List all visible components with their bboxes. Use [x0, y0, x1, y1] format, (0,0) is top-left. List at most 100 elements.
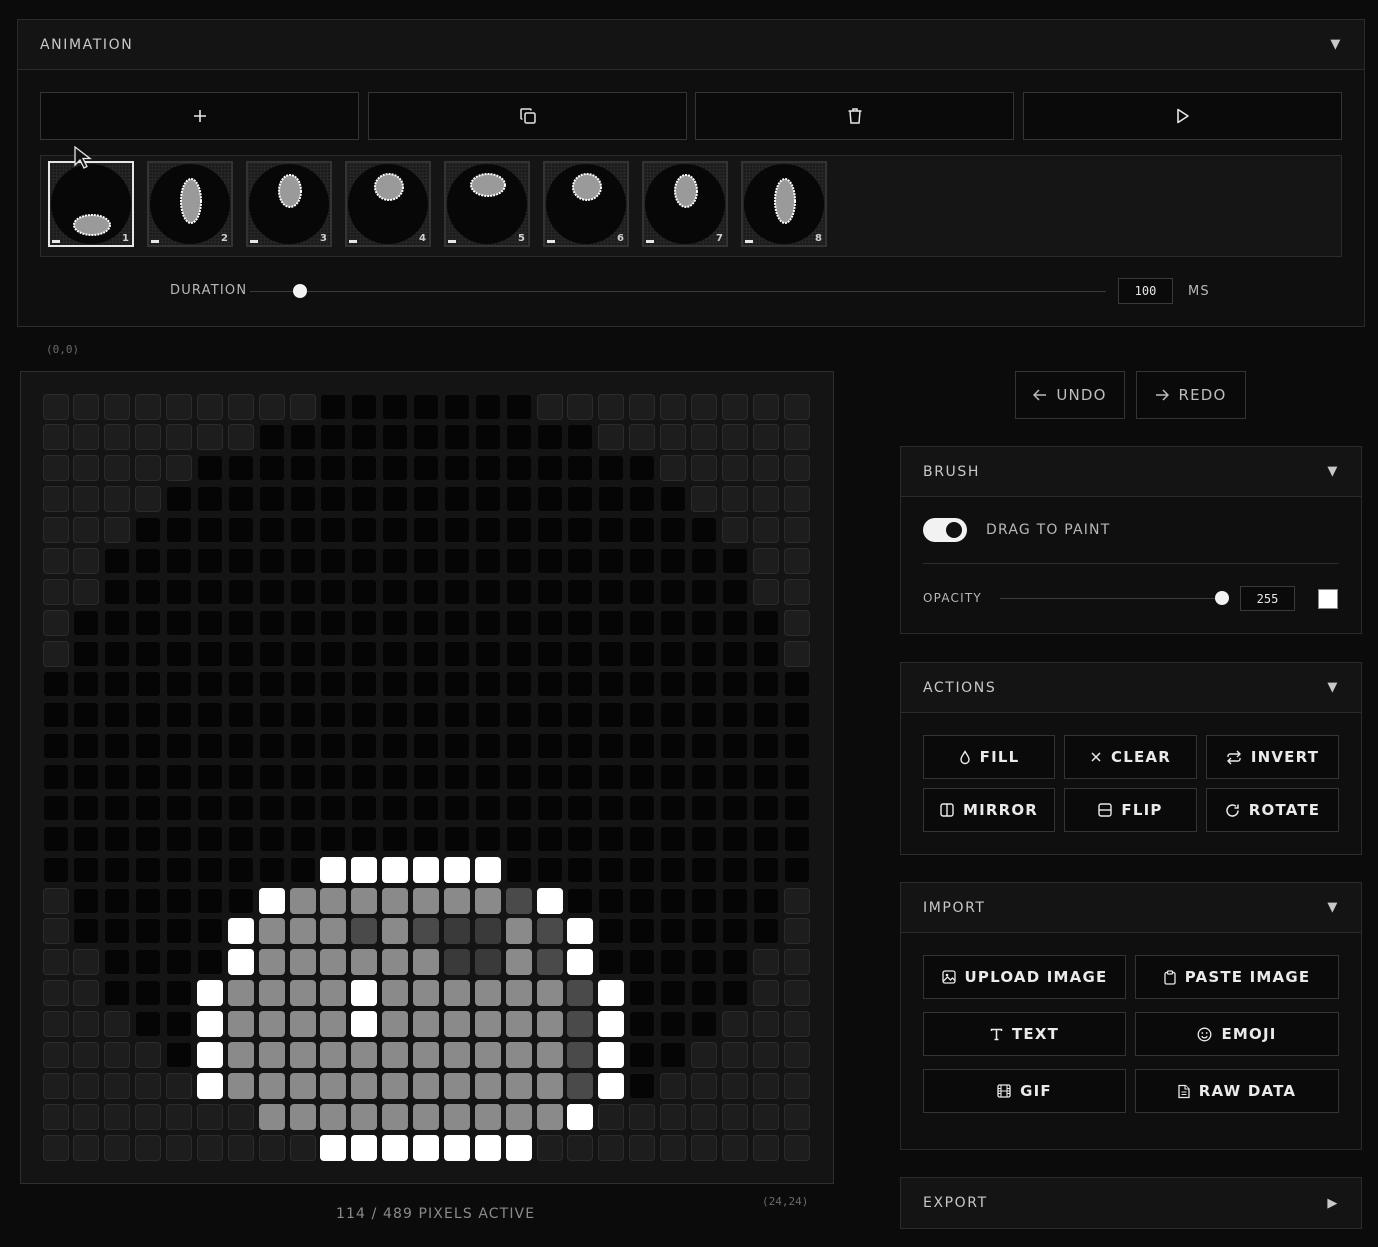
pixel-cell[interactable] — [73, 856, 100, 883]
pixel-cell[interactable] — [289, 609, 316, 636]
expand-caret-icon[interactable]: ▶ — [1327, 1196, 1339, 1211]
pixel-cell[interactable] — [443, 609, 470, 636]
pixel-cell[interactable] — [135, 980, 162, 1007]
frame-thumbnail[interactable]: 6 — [543, 161, 629, 247]
pixel-cell[interactable] — [721, 547, 748, 574]
pixel-cell[interactable] — [227, 486, 254, 513]
pixel-cell[interactable] — [567, 1103, 594, 1130]
pixel-cell[interactable] — [598, 980, 625, 1007]
pixel-cell[interactable] — [289, 1041, 316, 1068]
pixel-cell[interactable] — [783, 980, 810, 1007]
pixel-cell[interactable] — [320, 640, 347, 667]
pixel-cell[interactable] — [104, 702, 131, 729]
pixel-cell[interactable] — [536, 424, 563, 451]
pixel-cell[interactable] — [351, 764, 378, 791]
pixel-cell[interactable] — [166, 517, 193, 544]
pixel-cell[interactable] — [227, 671, 254, 698]
pixel-cell[interactable] — [135, 1103, 162, 1130]
pixel-cell[interactable] — [721, 609, 748, 636]
collapse-caret-icon[interactable]: ▼ — [1327, 464, 1339, 479]
pixel-cell[interactable] — [443, 794, 470, 821]
pixel-cell[interactable] — [598, 1134, 625, 1161]
pixel-cell[interactable] — [289, 1011, 316, 1038]
pixel-cell[interactable] — [598, 1011, 625, 1038]
pixel-cell[interactable] — [629, 733, 656, 760]
pixel-cell[interactable] — [104, 1103, 131, 1130]
pixel-cell[interactable] — [196, 393, 223, 420]
pixel-cell[interactable] — [42, 455, 69, 482]
pixel-cell[interactable] — [443, 1134, 470, 1161]
pixel-cell[interactable] — [227, 702, 254, 729]
pixel-cell[interactable] — [783, 1011, 810, 1038]
pixel-cell[interactable] — [196, 733, 223, 760]
pixel-cell[interactable] — [42, 640, 69, 667]
pixel-cell[interactable] — [73, 825, 100, 852]
brush-color-swatch[interactable] — [1318, 589, 1338, 609]
pixel-cell[interactable] — [505, 733, 532, 760]
pixel-cell[interactable] — [474, 825, 501, 852]
pixel-cell[interactable] — [443, 1041, 470, 1068]
duration-slider[interactable] — [250, 284, 1106, 298]
pixel-cell[interactable] — [783, 733, 810, 760]
pixel-cell[interactable] — [536, 547, 563, 574]
pixel-cell[interactable] — [536, 486, 563, 513]
pixel-cell[interactable] — [443, 918, 470, 945]
pixel-cell[interactable] — [443, 455, 470, 482]
pixel-cell[interactable] — [505, 1072, 532, 1099]
pixel-cell[interactable] — [783, 825, 810, 852]
pixel-cell[interactable] — [104, 980, 131, 1007]
pixel-cell[interactable] — [289, 578, 316, 605]
pixel-cell[interactable] — [721, 949, 748, 976]
pixel-cell[interactable] — [227, 918, 254, 945]
pixel-cell[interactable] — [690, 671, 717, 698]
pixel-cell[interactable] — [629, 1041, 656, 1068]
pixel-cell[interactable] — [104, 1134, 131, 1161]
pixel-cell[interactable] — [505, 949, 532, 976]
pixel-cell[interactable] — [721, 980, 748, 1007]
pixel-cell[interactable] — [166, 1011, 193, 1038]
pixel-cell[interactable] — [505, 918, 532, 945]
pixel-cell[interactable] — [660, 1072, 687, 1099]
pixel-cell[interactable] — [196, 1072, 223, 1099]
pixel-cell[interactable] — [721, 455, 748, 482]
pixel-cell[interactable] — [135, 1041, 162, 1068]
pixel-cell[interactable] — [629, 424, 656, 451]
animation-header[interactable]: ANIMATION ▼ — [18, 20, 1364, 70]
pixel-cell[interactable] — [104, 424, 131, 451]
pixel-cell[interactable] — [536, 640, 563, 667]
pixel-cell[interactable] — [474, 609, 501, 636]
pixel-cell[interactable] — [227, 887, 254, 914]
pixel-cell[interactable] — [752, 764, 779, 791]
pixel-cell[interactable] — [474, 486, 501, 513]
pixel-cell[interactable] — [42, 733, 69, 760]
pixel-cell[interactable] — [660, 856, 687, 883]
pixel-cell[interactable] — [783, 856, 810, 883]
pixel-cell[interactable] — [536, 764, 563, 791]
pixel-cell[interactable] — [73, 486, 100, 513]
pixel-cell[interactable] — [258, 949, 285, 976]
pixel-cell[interactable] — [629, 486, 656, 513]
pixel-cell[interactable] — [783, 455, 810, 482]
pixel-cell[interactable] — [258, 887, 285, 914]
pixel-cell[interactable] — [382, 1041, 409, 1068]
pixel-cell[interactable] — [227, 1072, 254, 1099]
pixel-cell[interactable] — [721, 1072, 748, 1099]
pixel-cell[interactable] — [567, 825, 594, 852]
pixel-cell[interactable] — [351, 640, 378, 667]
pixel-cell[interactable] — [443, 980, 470, 1007]
pixel-cell[interactable] — [690, 609, 717, 636]
pixel-cell[interactable] — [567, 393, 594, 420]
upload-image-button[interactable]: UPLOAD IMAGE — [923, 955, 1126, 999]
pixel-cell[interactable] — [104, 486, 131, 513]
pixel-cell[interactable] — [783, 486, 810, 513]
pixel-cell[interactable] — [73, 887, 100, 914]
pixel-cell[interactable] — [258, 1103, 285, 1130]
pixel-cell[interactable] — [783, 424, 810, 451]
pixel-cell[interactable] — [166, 825, 193, 852]
pixel-cell[interactable] — [413, 794, 440, 821]
pixel-cell[interactable] — [196, 856, 223, 883]
pixel-cell[interactable] — [413, 825, 440, 852]
pixel-cell[interactable] — [505, 856, 532, 883]
pixel-cell[interactable] — [690, 918, 717, 945]
pixel-cell[interactable] — [351, 980, 378, 1007]
